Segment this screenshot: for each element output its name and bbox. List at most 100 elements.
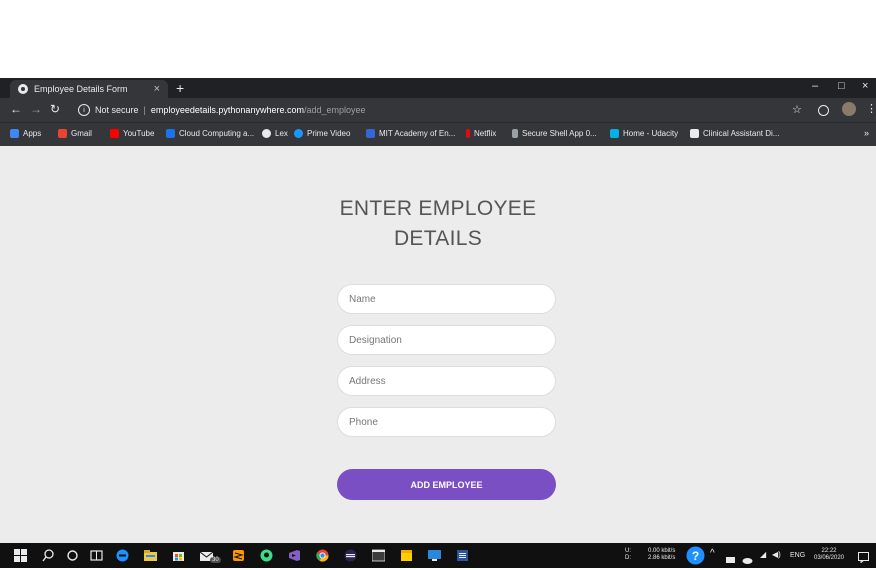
bookmark-label: Secure Shell App 0... [522, 129, 597, 138]
add-employee-button[interactable]: ADD EMPLOYEE [337, 469, 556, 500]
bookmark-label: Gmail [71, 129, 92, 138]
gmail-icon [58, 129, 67, 138]
menu-icon[interactable]: ⋮ [866, 102, 876, 115]
tab-strip: Employee Details Form × + – □ × [0, 78, 876, 98]
mail-badge: 30 [210, 557, 221, 563]
bookmark-lex[interactable]: Lex [262, 129, 288, 138]
info-icon[interactable]: i [78, 104, 90, 116]
prime-video-icon [294, 129, 303, 138]
upload-label: U: [625, 548, 631, 554]
bookmark-label: Apps [23, 129, 42, 138]
apps-grid-icon [10, 129, 19, 138]
new-tab-button[interactable]: + [176, 80, 184, 96]
word-icon[interactable] [456, 549, 469, 562]
tab-close-icon[interactable]: × [154, 83, 160, 95]
language-indicator[interactable]: ENG [790, 552, 805, 559]
bookmark-secure-shell[interactable]: Secure Shell App 0... [512, 129, 597, 138]
youtube-icon [110, 129, 119, 138]
back-arrow-icon[interactable]: ← [10, 102, 22, 116]
net-labels: U: D: [625, 548, 631, 562]
extension-icon[interactable] [818, 105, 829, 116]
android-studio-icon[interactable] [260, 549, 273, 562]
bookmark-label: Clinical Assistant Di... [703, 129, 780, 138]
sticky-notes-icon[interactable] [400, 549, 413, 562]
edge-icon[interactable] [116, 549, 129, 562]
search-icon[interactable] [42, 549, 55, 562]
maximize-button[interactable]: □ [838, 80, 845, 92]
more-bookmarks-icon[interactable]: » [864, 128, 869, 138]
browser-toolbar: ← → ↻ i Not secure | employeedetails.pyt… [0, 98, 876, 122]
cortana-icon[interactable] [66, 549, 79, 562]
designation-input[interactable] [337, 325, 556, 355]
address-bar[interactable]: i Not secure | employeedetails.pythonany… [78, 101, 768, 119]
windows-start-icon[interactable] [14, 549, 27, 562]
bookmark-star-icon[interactable]: ☆ [792, 103, 802, 116]
eclipse-icon[interactable] [344, 549, 357, 562]
bookmark-cloud-computing[interactable]: Cloud Computing a... [166, 129, 254, 138]
terminal-icon [512, 129, 518, 138]
remote-desktop-icon[interactable] [428, 549, 441, 562]
bookmark-label: Netflix [474, 129, 497, 138]
clock-date: 03/06/2020 [813, 555, 845, 561]
page-content: ENTER EMPLOYEE DETAILS ADD EMPLOYEE [0, 146, 876, 543]
bookmark-label: Lex [275, 129, 288, 138]
cloud-icon[interactable] [742, 551, 753, 564]
download-label: D: [625, 555, 631, 561]
bookmark-netflix[interactable]: Netflix [466, 129, 496, 138]
bookmark-prime-video[interactable]: Prime Video [294, 129, 350, 138]
address-separator: | [143, 105, 146, 115]
lex-icon [262, 129, 271, 138]
store-icon[interactable] [172, 549, 185, 562]
close-window-button[interactable]: × [862, 80, 868, 92]
bookmark-udacity[interactable]: Home - Udacity [610, 129, 678, 138]
bookmark-label: YouTube [123, 129, 155, 138]
terminal-icon[interactable] [371, 549, 386, 562]
tab-title: Employee Details Form [34, 84, 128, 94]
help-icon[interactable]: ? [686, 546, 705, 565]
sublime-icon[interactable] [232, 549, 245, 562]
bookmark-label: Cloud Computing a... [179, 129, 255, 138]
bookmark-youtube[interactable]: YouTube [110, 129, 154, 138]
forward-arrow-icon[interactable]: → [30, 102, 42, 116]
infinity-icon [366, 129, 375, 138]
windows-taskbar: 30 U: D: 0.00 kbit/s 2.86 kbit/s ? ^ ◢ ◀) … [0, 543, 876, 568]
file-explorer-icon[interactable] [144, 549, 157, 562]
svg-text:?: ? [692, 549, 699, 563]
tab-employee-details[interactable]: Employee Details Form × [10, 80, 168, 98]
phone-input[interactable] [337, 407, 556, 437]
bookmark-label: MIT Academy of En... [379, 129, 456, 138]
bookmark-label: Prime Video [307, 129, 351, 138]
bookmarks-bar: Apps Gmail YouTube Cloud Computing a... … [0, 122, 876, 147]
bookmark-apps[interactable]: Apps [10, 129, 41, 138]
address-input[interactable] [337, 366, 556, 396]
bookmark-clinical-assistant[interactable]: Clinical Assistant Di... [690, 129, 779, 138]
download-speed: 2.86 kbit/s [648, 555, 676, 561]
bookmark-gmail[interactable]: Gmail [58, 129, 92, 138]
title-line-1: ENTER EMPLOYEE [339, 197, 537, 220]
wifi-icon[interactable]: ◢ [760, 551, 766, 559]
bookmark-label: Home - Udacity [623, 129, 679, 138]
reload-icon[interactable]: ↻ [50, 102, 60, 116]
profile-avatar[interactable] [842, 102, 856, 116]
clock-time: 22:22 [821, 548, 837, 554]
chevron-up-icon[interactable]: ^ [710, 549, 715, 559]
title-line-2: DETAILS [393, 227, 483, 250]
udacity-icon [610, 129, 619, 138]
page-title: ENTER EMPLOYEE DETAILS [0, 194, 876, 254]
security-label: Not secure [95, 105, 139, 115]
notifications-icon[interactable] [858, 550, 869, 564]
task-view-icon[interactable] [90, 549, 103, 562]
speaker-icon[interactable]: ◀) [772, 551, 781, 559]
visual-studio-icon[interactable] [288, 549, 301, 562]
bookmark-mit-academy[interactable]: MIT Academy of En... [366, 129, 455, 138]
battery-icon[interactable] [726, 551, 736, 563]
browser-chrome: Employee Details Form × + – □ × ← → ↻ i … [0, 78, 876, 147]
minimize-button[interactable]: – [812, 80, 818, 92]
netflix-icon [466, 129, 470, 138]
site-icon [166, 129, 175, 138]
net-speeds: 0.00 kbit/s 2.86 kbit/s [648, 548, 675, 562]
clock[interactable]: 22:22 03/06/2020 [812, 548, 846, 562]
chrome-icon[interactable] [316, 549, 329, 562]
name-input[interactable] [337, 284, 556, 314]
notion-icon [690, 129, 699, 138]
